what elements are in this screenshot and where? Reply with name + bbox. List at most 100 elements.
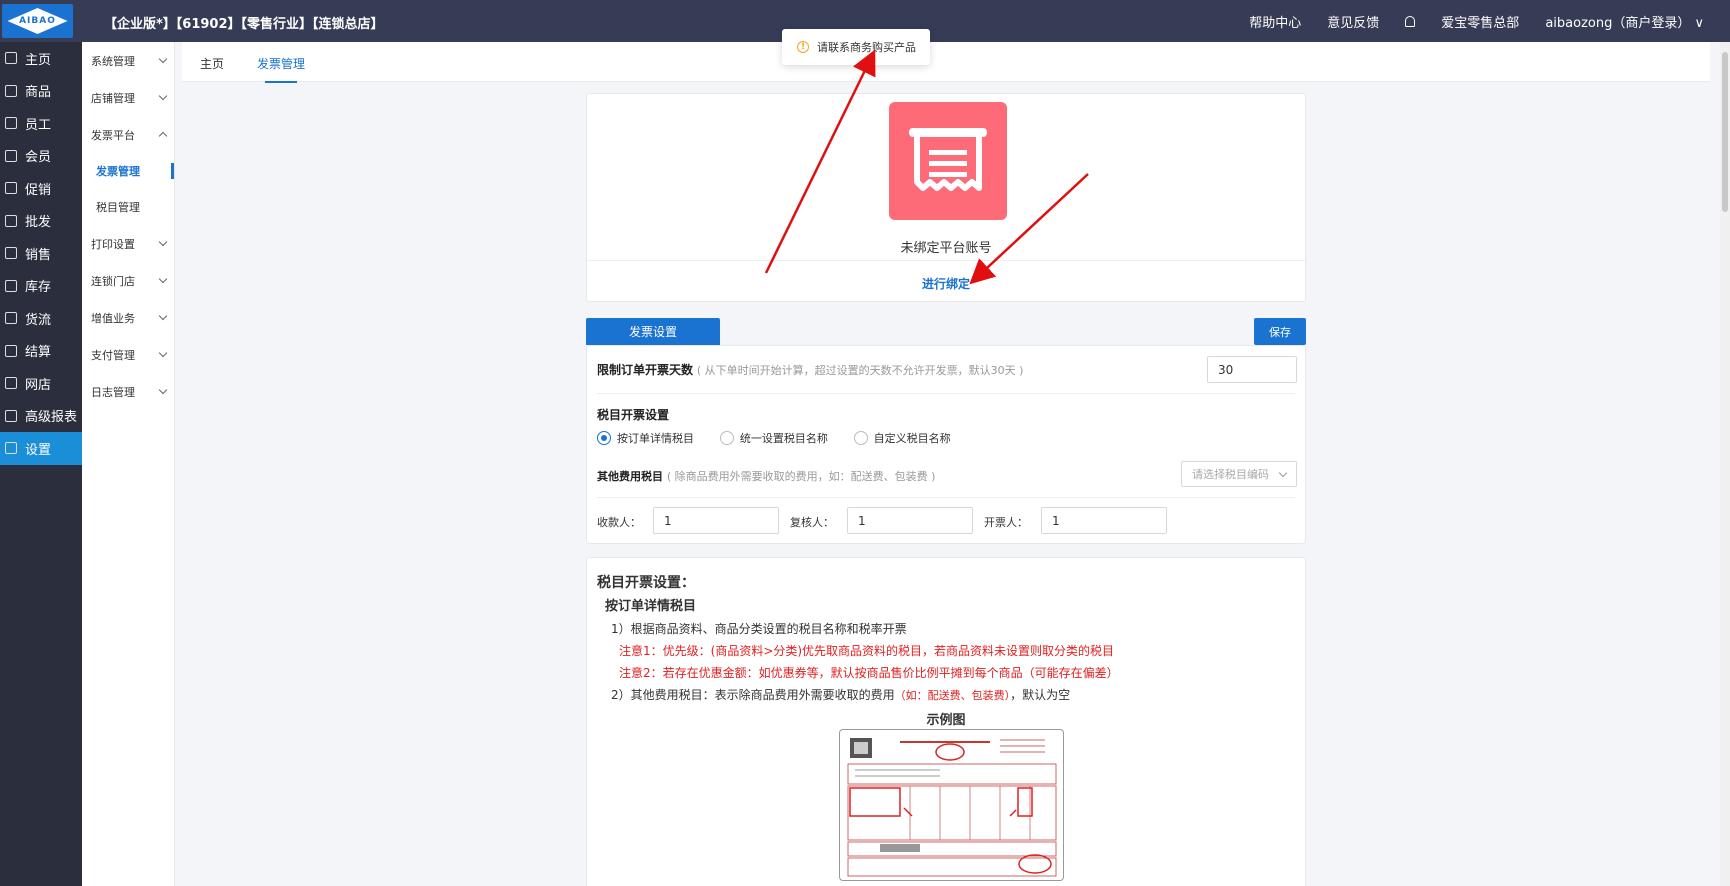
sales-icon [5, 247, 17, 260]
logistics-icon [5, 312, 17, 325]
radio-order-detail-tax[interactable]: 按订单详情税目 [597, 430, 694, 446]
subnav-payment-label: 支付管理 [91, 348, 135, 362]
subnav-log[interactable]: 日志管理 [82, 373, 174, 410]
radio-unchecked-icon [719, 431, 734, 445]
other-fee-hint: ( 除商品费用外需要收取的费用，如：配送费、包装费 ) [666, 470, 936, 483]
app-logo[interactable]: AIBAO [2, 4, 73, 38]
nav-item-member[interactable]: 会员 [0, 140, 82, 173]
nav-item-wholesale[interactable]: 批发 [0, 205, 82, 238]
payee-input[interactable]: 1 [653, 507, 779, 534]
help-subtitle: 按订单详情税目 [605, 599, 697, 614]
nav-item-logistics[interactable]: 货流 [0, 302, 82, 335]
toast-text: 请联系商务购买产品 [817, 41, 916, 54]
scroll-thumb[interactable] [1722, 52, 1728, 212]
chevron-down-icon: ∨ [1694, 16, 1704, 31]
settings-card: 限制订单开票天数 ( 从下单时间开始计算，超过设置的天数不允许开发票，默认30天… [586, 345, 1306, 544]
nav-item-goods[interactable]: 商品 [0, 75, 82, 108]
radio-unified-label: 统一设置税目名称 [739, 432, 828, 445]
divider [587, 260, 1305, 261]
nav-item-home[interactable]: 主页 [0, 42, 82, 75]
chevron-down-icon [158, 91, 168, 101]
nav-item-label: 促销 [25, 182, 52, 198]
chevron-down-icon [158, 237, 168, 247]
subnav-print[interactable]: 打印设置 [82, 225, 174, 262]
limit-days-hint: ( 从下单时间开始计算，超过设置的天数不允许开发票，默认30天 ) [696, 364, 1024, 377]
subnav-system-label: 系统管理 [91, 54, 135, 68]
nav-item-settle[interactable]: 结算 [0, 335, 82, 368]
help-card: 税目开票设置： 按订单详情税目 1）根据商品资料、商品分类设置的税目名称和税率开… [586, 557, 1306, 886]
store-name[interactable]: 爱宝零售总部 [1441, 12, 1519, 31]
feedback-link[interactable]: 意见反馈 [1327, 12, 1379, 31]
subnav-invoice-platform[interactable]: 发票平台 [82, 116, 174, 153]
nav-item-label: 商品 [25, 85, 52, 101]
help-note-1: 注意1：优先级：(商品资料>分类)优先取商品资料的税目，若商品资料未设置则取分类… [619, 644, 1115, 658]
other-fee-row: 其他费用税目 ( 除商品费用外需要收取的费用，如：配送费、包装费 ) [597, 468, 935, 484]
chevron-up-icon [158, 131, 168, 141]
bind-card: 未绑定平台账号 进行绑定 [586, 93, 1306, 302]
user-menu[interactable]: aibaozong（商户登录） ∨ [1545, 12, 1704, 31]
help-line-1: 1）根据商品资料、商品分类设置的税目名称和税率开票 [611, 622, 907, 636]
chevron-down-icon [1278, 468, 1288, 477]
limit-days-input[interactable]: 30 [1207, 356, 1297, 383]
divider [597, 393, 1295, 394]
subnav-payment[interactable]: 支付管理 [82, 336, 174, 373]
bind-account-link[interactable]: 进行绑定 [587, 275, 1305, 292]
member-icon [5, 149, 17, 162]
page-tabs: 主页 发票管理 [182, 42, 1710, 83]
tab-invoice-settings[interactable]: 发票设置 [586, 318, 720, 345]
help-center-link[interactable]: 帮助中心 [1249, 12, 1301, 31]
nav-item-label: 库存 [25, 280, 52, 296]
drawer-input[interactable]: 1 [1041, 507, 1167, 534]
nav-item-label: 会员 [25, 150, 52, 166]
chevron-down-icon [158, 385, 168, 395]
subnav-invoice-manage[interactable]: 发票管理 [82, 153, 174, 189]
subnav-chain[interactable]: 连锁门店 [82, 262, 174, 299]
nav-item-report[interactable]: 高级报表 [0, 400, 82, 433]
user-name: aibaozong（商户登录） [1545, 16, 1691, 31]
reviewer-label: 复核人： [790, 516, 834, 529]
main-nav: 主页商品员工会员促销批发销售库存货流结算网店高级报表 设置 [0, 42, 82, 886]
nav-item-label: 批发 [25, 215, 52, 231]
subnav-log-label: 日志管理 [91, 385, 135, 399]
chevron-down-icon [158, 54, 168, 64]
help-line-2-text: 2）其他费用税目：表示除商品费用外需要收取的费用 [611, 688, 895, 702]
nav-item-label: 主页 [25, 52, 52, 68]
subnav-value-added[interactable]: 增值业务 [82, 299, 174, 336]
nav-item-label: 销售 [25, 247, 52, 263]
nav-item-shop[interactable]: 网店 [0, 367, 82, 400]
subnav-value-added-label: 增值业务 [91, 311, 135, 325]
subnav-system[interactable]: 系统管理 [82, 42, 174, 79]
nav-item-promo[interactable]: 促销 [0, 172, 82, 205]
nav-item-label: 结算 [25, 345, 52, 361]
logo-mark: AIBAO [7, 8, 68, 34]
nav-item-staff[interactable]: 员工 [0, 107, 82, 140]
radio-unified-tax[interactable]: 统一设置税目名称 [719, 430, 828, 446]
bind-status: 未绑定平台账号 [900, 241, 992, 256]
radio-checked-icon [597, 431, 611, 445]
nav-item-stock[interactable]: 库存 [0, 270, 82, 303]
bell-icon[interactable] [1405, 16, 1416, 27]
logo-text: AIBAO [19, 16, 56, 26]
reviewer-input[interactable]: 1 [847, 507, 973, 534]
radio-custom-label: 自定义税目名称 [873, 432, 951, 445]
help-line-2: 2）其他费用税目：表示除商品费用外需要收取的费用（如：配送费、包装费），默认为空 [611, 686, 1070, 703]
save-button[interactable]: 保存 [1254, 318, 1306, 345]
tab-home[interactable]: 主页 [200, 55, 224, 72]
tax-code-placeholder: 请选择税目编码 [1192, 468, 1269, 481]
chevron-down-icon [158, 274, 168, 284]
divider [597, 497, 1295, 498]
radio-custom-tax[interactable]: 自定义税目名称 [853, 430, 951, 446]
scrollbar[interactable] [1720, 42, 1730, 886]
nav-item-sales[interactable]: 销售 [0, 237, 82, 270]
top-right-menu: 帮助中心 意见反馈 爱宝零售总部 aibaozong（商户登录） ∨ [1249, 12, 1704, 31]
help-title: 税目开票设置： [597, 575, 695, 591]
nav-item-settings[interactable]: 设置 [0, 432, 82, 465]
nav-item-label: 网店 [25, 377, 52, 393]
nav-item-label: 货流 [25, 312, 52, 328]
subnav-store[interactable]: 店铺管理 [82, 79, 174, 116]
subnav-tax-manage[interactable]: 税目管理 [82, 189, 174, 225]
tab-invoice[interactable]: 发票管理 [257, 55, 305, 83]
tax-code-select[interactable]: 请选择税目编码 [1181, 461, 1297, 487]
home-icon [5, 52, 17, 65]
payee-label: 收款人： [597, 516, 641, 529]
